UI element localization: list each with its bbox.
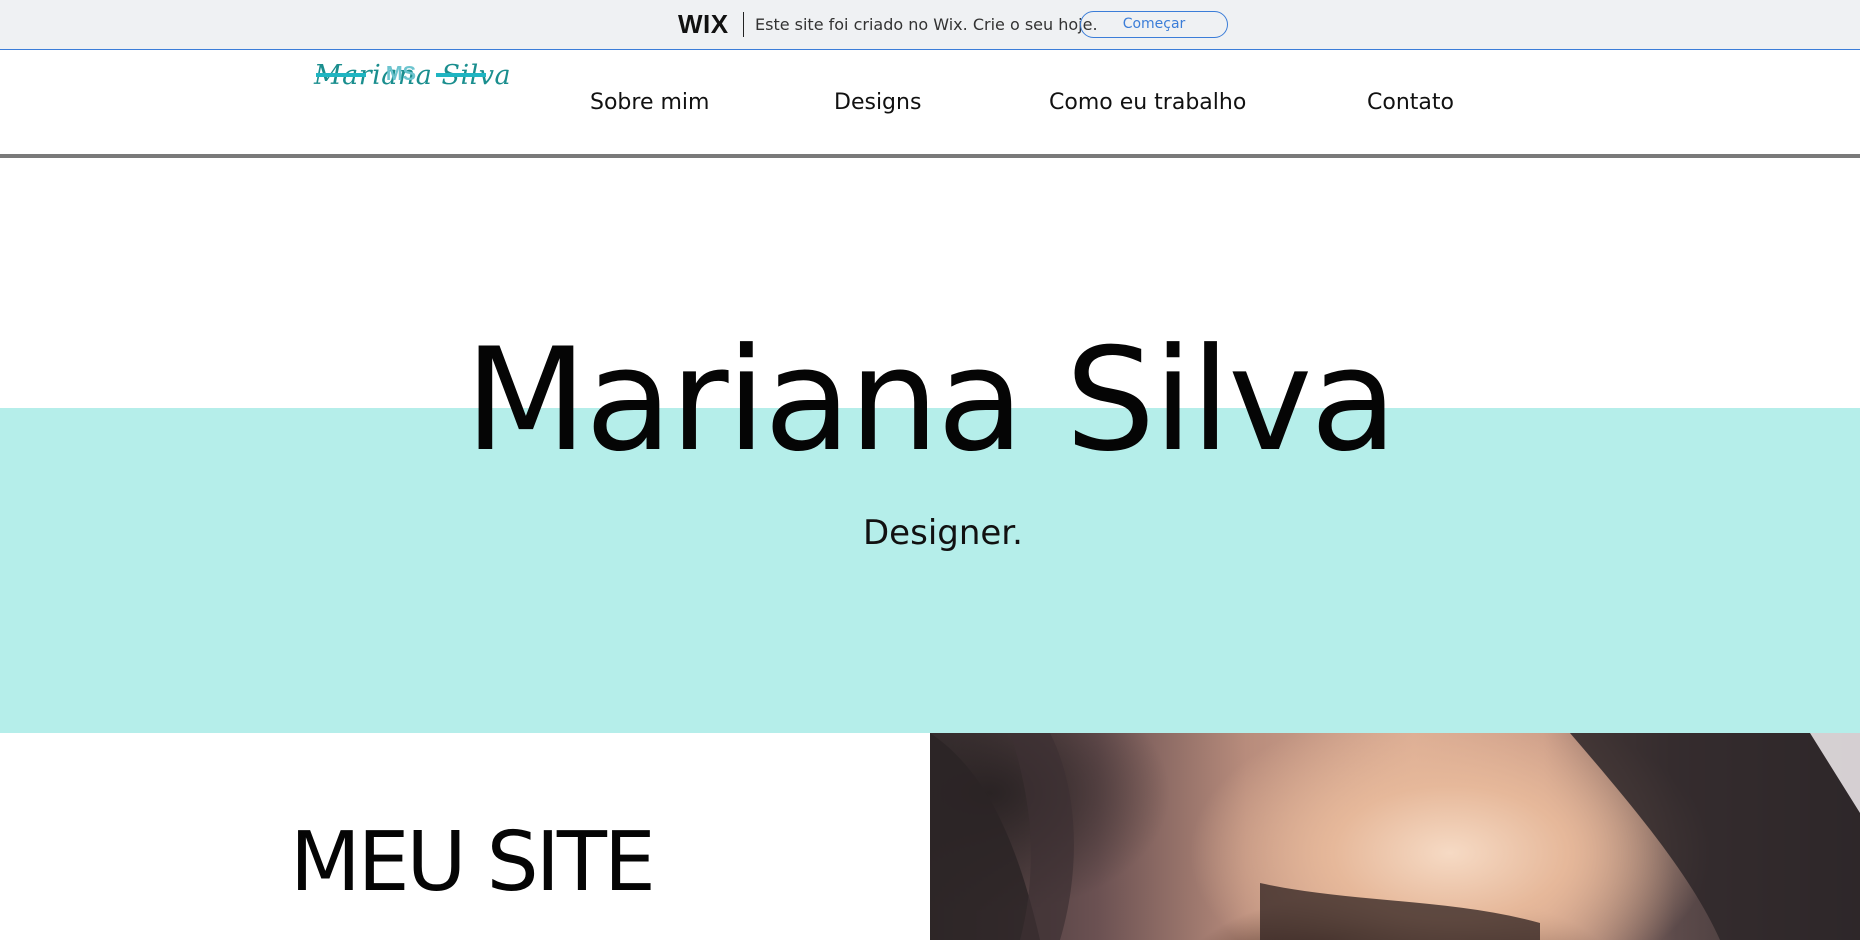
nav-item-contato[interactable]: Contato	[1367, 90, 1454, 115]
logo-monogram: MS	[386, 63, 416, 85]
nav-item-designs[interactable]: Designs	[834, 90, 921, 115]
start-button[interactable]: Começar	[1080, 11, 1228, 38]
banner-message: Este site foi criado no Wix. Crie o seu …	[755, 15, 1098, 34]
nav-item-sobre-mim[interactable]: Sobre mim	[590, 90, 709, 115]
wix-banner: WIX Este site foi criado no Wix. Crie o …	[0, 0, 1860, 50]
logo-line-left	[316, 73, 366, 77]
banner-divider	[743, 12, 744, 37]
nav-item-como-eu-trabalho[interactable]: Como eu trabalho	[1049, 90, 1246, 115]
section-title: MEU SITE	[290, 815, 656, 910]
logo-line-right	[436, 73, 486, 77]
wix-logo[interactable]: WIX	[678, 9, 729, 40]
portrait-photo	[930, 733, 1860, 940]
hero-title: Mariana Silva	[464, 318, 1398, 483]
hero-subtitle: Designer.	[863, 513, 1023, 553]
site-header: Mariana Silva Sobre mim Designs Como eu …	[0, 50, 1860, 158]
